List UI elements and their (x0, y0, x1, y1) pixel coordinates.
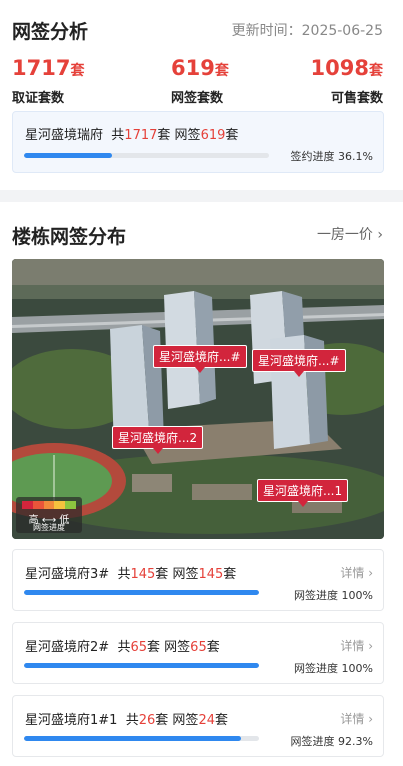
project-progress-fill (24, 153, 113, 158)
building-signed: 145 (198, 567, 224, 582)
project-name: 星河盛境瑞府 (25, 128, 104, 143)
project-signed: 619 (200, 128, 226, 143)
building-signed: 24 (198, 713, 215, 728)
detail-link[interactable]: 详情 › (340, 710, 373, 727)
legend-swatch (54, 501, 66, 509)
building-progress-bar (24, 663, 259, 668)
project-total: 1717 (124, 128, 158, 143)
stat-label: 网签套数 (171, 91, 224, 106)
building-tag[interactable]: 星河盛境府...2 (112, 426, 204, 454)
stat-label: 取证套数 (12, 91, 65, 106)
progress-legend: 高 ⟷ 低 网签进度 (16, 497, 82, 533)
stat-value: 1098 (310, 56, 369, 80)
stat-available: 1098套 可售套数 (311, 56, 383, 106)
price-list-link[interactable]: 一房一价 › (317, 224, 383, 244)
aerial-map[interactable]: 星河盛境府...# 星河盛境府...# 星河盛境府...2 星河盛境府...1 … (12, 259, 384, 539)
stat-value: 1717 (12, 56, 71, 80)
building-progress-bar (24, 736, 259, 741)
building-name: 星河盛境府3# (25, 567, 110, 582)
building-progress-text: 网签进度 100% (294, 662, 373, 675)
building-summary-line: 星河盛境府3# 共145套 网签145套 (25, 567, 237, 582)
building-tag[interactable]: 星河盛境府...1 (257, 479, 349, 507)
building-name: 星河盛境府1#1 (25, 713, 118, 728)
summary-card: 网签分析 更新时间：2025-06-25 1717套 取证套数 619套 网签套… (0, 0, 403, 190)
building-progress-fill (24, 590, 259, 595)
detail-link[interactable]: 详情 › (340, 637, 373, 654)
project-progress-box: 星河盛境瑞府 共1717套 网签619套 签约进度 36.1% (12, 111, 384, 173)
summary-title: 网签分析 (12, 21, 89, 43)
legend-swatch (43, 501, 55, 509)
building-row-3[interactable]: 星河盛境府3# 共145套 网签145套 详情 › 网签进度 100% (12, 549, 384, 611)
legend-swatch (22, 501, 33, 509)
stat-certified: 1717套 取证套数 (12, 56, 84, 106)
building-name: 星河盛境府2# (25, 640, 110, 655)
legend-swatch (32, 501, 44, 509)
legend-swatch (65, 501, 76, 509)
building-tag[interactable]: 星河盛境府...# (252, 349, 346, 377)
stat-label: 可售套数 (330, 91, 383, 106)
building-summary-line: 星河盛境府2# 共65套 网签65套 (25, 640, 220, 655)
building-total: 26 (138, 713, 156, 728)
building-total: 65 (130, 640, 147, 655)
project-progress-text: 签约进度 36.1% (290, 150, 373, 163)
project-progress-bar (24, 153, 269, 158)
building-progress-text: 网签进度 100% (294, 589, 373, 602)
building-progress-text: 网签进度 92.3% (290, 735, 373, 748)
stat-value: 619 (171, 56, 215, 80)
building-row-1[interactable]: 星河盛境府1#1 共26套 网签24套 详情 › 网签进度 92.3% (12, 695, 384, 757)
building-progress-bar (24, 590, 259, 595)
stat-unit: 套 (369, 63, 383, 79)
building-total: 145 (130, 567, 156, 582)
building-tag[interactable]: 星河盛境府...# (153, 345, 247, 373)
building-progress-fill (24, 663, 259, 668)
project-summary-line: 星河盛境瑞府 共1717套 网签619套 (25, 128, 239, 143)
legend-label: 网签进度 (33, 523, 65, 532)
stat-unit: 套 (70, 63, 85, 79)
stat-signed: 619套 网签套数 (171, 56, 229, 106)
building-progress-fill (24, 736, 241, 741)
stat-unit: 套 (214, 63, 229, 79)
detail-link[interactable]: 详情 › (340, 564, 373, 581)
building-row-2[interactable]: 星河盛境府2# 共65套 网签65套 详情 › 网签进度 100% (12, 622, 384, 684)
legend-gradient (22, 501, 76, 509)
update-time: 更新时间：2025-06-25 (231, 23, 383, 39)
building-signed: 65 (190, 640, 207, 655)
distribution-title: 楼栋网签分布 (12, 226, 127, 248)
distribution-card: 楼栋网签分布 一房一价 › 星河盛境府...# 星河盛境府...# 星河盛境府.… (0, 202, 403, 766)
building-summary-line: 星河盛境府1#1 共26套 网签24套 (25, 713, 228, 728)
